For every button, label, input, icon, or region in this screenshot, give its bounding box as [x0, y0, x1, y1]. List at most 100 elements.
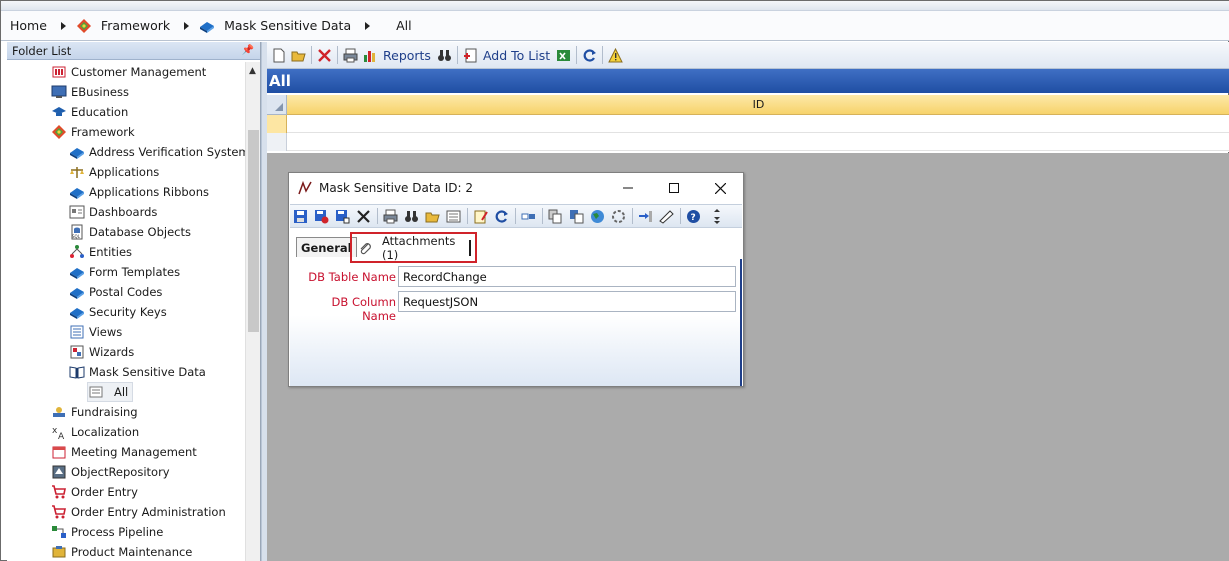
db-table-name-label: DB Table Name	[308, 270, 396, 284]
tree-item-entities[interactable]: Entities	[69, 242, 132, 262]
import-icon[interactable]	[638, 209, 653, 224]
main-toolbar: Reports Add To List	[267, 42, 1229, 69]
tree-item-label: Dashboards	[89, 205, 158, 219]
tree-item-label: All	[114, 385, 129, 399]
tree-item-label: Security Keys	[89, 305, 167, 319]
tree-item-mask-sensitive-data[interactable]: Mask Sensitive Data	[69, 362, 206, 382]
clone-record-icon[interactable]	[569, 209, 584, 224]
maximize-button[interactable]	[651, 173, 697, 203]
tree-item-ebusiness[interactable]: EBusiness	[51, 82, 129, 102]
monitor-icon	[51, 84, 67, 100]
breadcrumb-arrow-icon[interactable]	[60, 21, 66, 30]
copy-record-icon[interactable]	[548, 209, 563, 224]
tree-item-meeting-management[interactable]: Meeting Management	[51, 442, 197, 462]
tree-item-all-selected[interactable]: All	[87, 382, 134, 402]
folder-list-scrollbar[interactable]: ▲	[245, 62, 260, 561]
tree-item-label: Meeting Management	[71, 445, 197, 459]
refresh-icon[interactable]	[582, 48, 597, 63]
breadcrumb-arrow-icon[interactable]	[184, 21, 190, 30]
tree-item-order-entry[interactable]: Order Entry	[51, 482, 138, 502]
tree-item-address-verification[interactable]: Address Verification Systems	[69, 142, 245, 162]
add-to-list-button[interactable]: Add To List	[463, 48, 550, 63]
tree-item-dashboards[interactable]: Dashboards	[69, 202, 157, 222]
link-records-icon[interactable]	[521, 209, 536, 224]
save-icon[interactable]	[293, 209, 308, 224]
open-folder-icon[interactable]	[291, 48, 306, 63]
reports-button[interactable]: Reports	[363, 48, 431, 63]
toolbar-overflow-icon[interactable]	[713, 208, 721, 224]
tree-item-objectrepository[interactable]: ObjectRepository	[51, 462, 170, 482]
edit-notes-icon[interactable]	[473, 209, 488, 224]
binoculars-icon[interactable]	[437, 48, 452, 63]
tree-item-order-entry-administration[interactable]: Order Entry Administration	[51, 502, 226, 522]
new-document-icon[interactable]	[271, 48, 286, 63]
grid-column-header-id[interactable]: ID	[287, 95, 1229, 115]
tree-item-framework[interactable]: Framework	[51, 122, 135, 142]
save-and-new-icon[interactable]	[335, 209, 350, 224]
svg-text:SQL: SQL	[72, 234, 81, 239]
tree-item-fundraising[interactable]: Fundraising	[51, 402, 138, 422]
grid-row-header[interactable]	[267, 133, 287, 151]
tree-item-security-keys[interactable]: Security Keys	[69, 302, 167, 322]
calendar-icon	[51, 444, 67, 460]
tree-item-postal-codes[interactable]: Postal Codes	[69, 282, 162, 302]
toolbar-separator	[680, 208, 681, 224]
binoculars-icon[interactable]	[404, 209, 419, 224]
notes-icon[interactable]	[659, 209, 674, 224]
tree-item-applications-ribbons[interactable]: Applications Ribbons	[69, 182, 209, 202]
grid-row[interactable]	[267, 115, 1229, 133]
grid-select-all-corner[interactable]	[267, 95, 287, 115]
excel-icon[interactable]	[556, 48, 571, 63]
tree-item-education[interactable]: Education	[51, 102, 128, 122]
top-strip	[1, 1, 1229, 11]
tree-item-label: Localization	[71, 425, 140, 439]
close-button[interactable]	[697, 173, 743, 203]
tree-item-views[interactable]: Views	[69, 322, 122, 342]
delete-icon[interactable]	[356, 209, 371, 224]
minimize-button[interactable]	[605, 173, 651, 203]
scales-icon	[69, 164, 85, 180]
workflow-icon[interactable]	[611, 209, 626, 224]
breadcrumb-framework-label[interactable]: Framework	[101, 18, 170, 33]
print-icon[interactable]	[383, 209, 398, 224]
grid-row-header[interactable]	[267, 115, 287, 133]
breadcrumb-mask-sensitive-data[interactable]: Mask Sensitive Data	[199, 18, 351, 34]
breadcrumb-home-label[interactable]: Home	[10, 18, 47, 33]
mask-sensitive-data-dialog: Mask Sensitive Data ID: 2 ? General Atta…	[288, 172, 744, 387]
breadcrumb-all-label[interactable]: All	[396, 18, 412, 33]
db-table-name-field[interactable]: RecordChange	[398, 266, 736, 287]
tree-item-product-maintenance[interactable]: Product Maintenance	[51, 542, 192, 561]
tree-item-localization[interactable]: xA Localization	[51, 422, 139, 442]
list-icon	[88, 384, 104, 400]
breadcrumb-home[interactable]: Home	[10, 18, 47, 33]
print-icon[interactable]	[343, 48, 358, 63]
tree-item-label: Mask Sensitive Data	[89, 365, 206, 379]
help-icon[interactable]: ?	[686, 209, 701, 224]
tree-item-database-objects[interactable]: SQL Database Objects	[69, 222, 191, 242]
save-and-close-icon[interactable]	[314, 209, 329, 224]
pin-icon[interactable]: 📌	[242, 45, 254, 56]
tree-item-wizards[interactable]: Wizards	[69, 342, 134, 362]
tree-item-process-pipeline[interactable]: Process Pipeline	[51, 522, 163, 542]
refresh-icon[interactable]	[494, 209, 509, 224]
globe-icon[interactable]	[590, 209, 605, 224]
folder-icon[interactable]	[425, 209, 440, 224]
scroll-thumb[interactable]	[248, 130, 259, 332]
svg-text:A: A	[58, 432, 65, 440]
tree-item-applications[interactable]: Applications	[69, 162, 159, 182]
tree-item-label: Framework	[71, 125, 135, 139]
breadcrumb-all[interactable]: All	[396, 18, 412, 33]
db-column-name-field[interactable]: RequestJSON	[398, 291, 736, 312]
breadcrumb-mask-label[interactable]: Mask Sensitive Data	[224, 18, 351, 33]
grid-row[interactable]	[267, 133, 1229, 151]
tree-item-customer-management[interactable]: Customer Management	[51, 62, 206, 82]
dialog-title-bar[interactable]: Mask Sensitive Data ID: 2	[289, 173, 743, 203]
delete-icon[interactable]	[317, 48, 332, 63]
breadcrumb-arrow-icon[interactable]	[365, 21, 371, 30]
warning-icon[interactable]	[608, 47, 623, 63]
tree-item-form-templates[interactable]: Form Templates	[69, 262, 180, 282]
breadcrumb-framework[interactable]: Framework	[76, 18, 170, 34]
tab-general[interactable]: General	[296, 237, 357, 257]
scroll-up-icon[interactable]: ▲	[249, 66, 256, 76]
form-icon[interactable]	[446, 209, 461, 224]
